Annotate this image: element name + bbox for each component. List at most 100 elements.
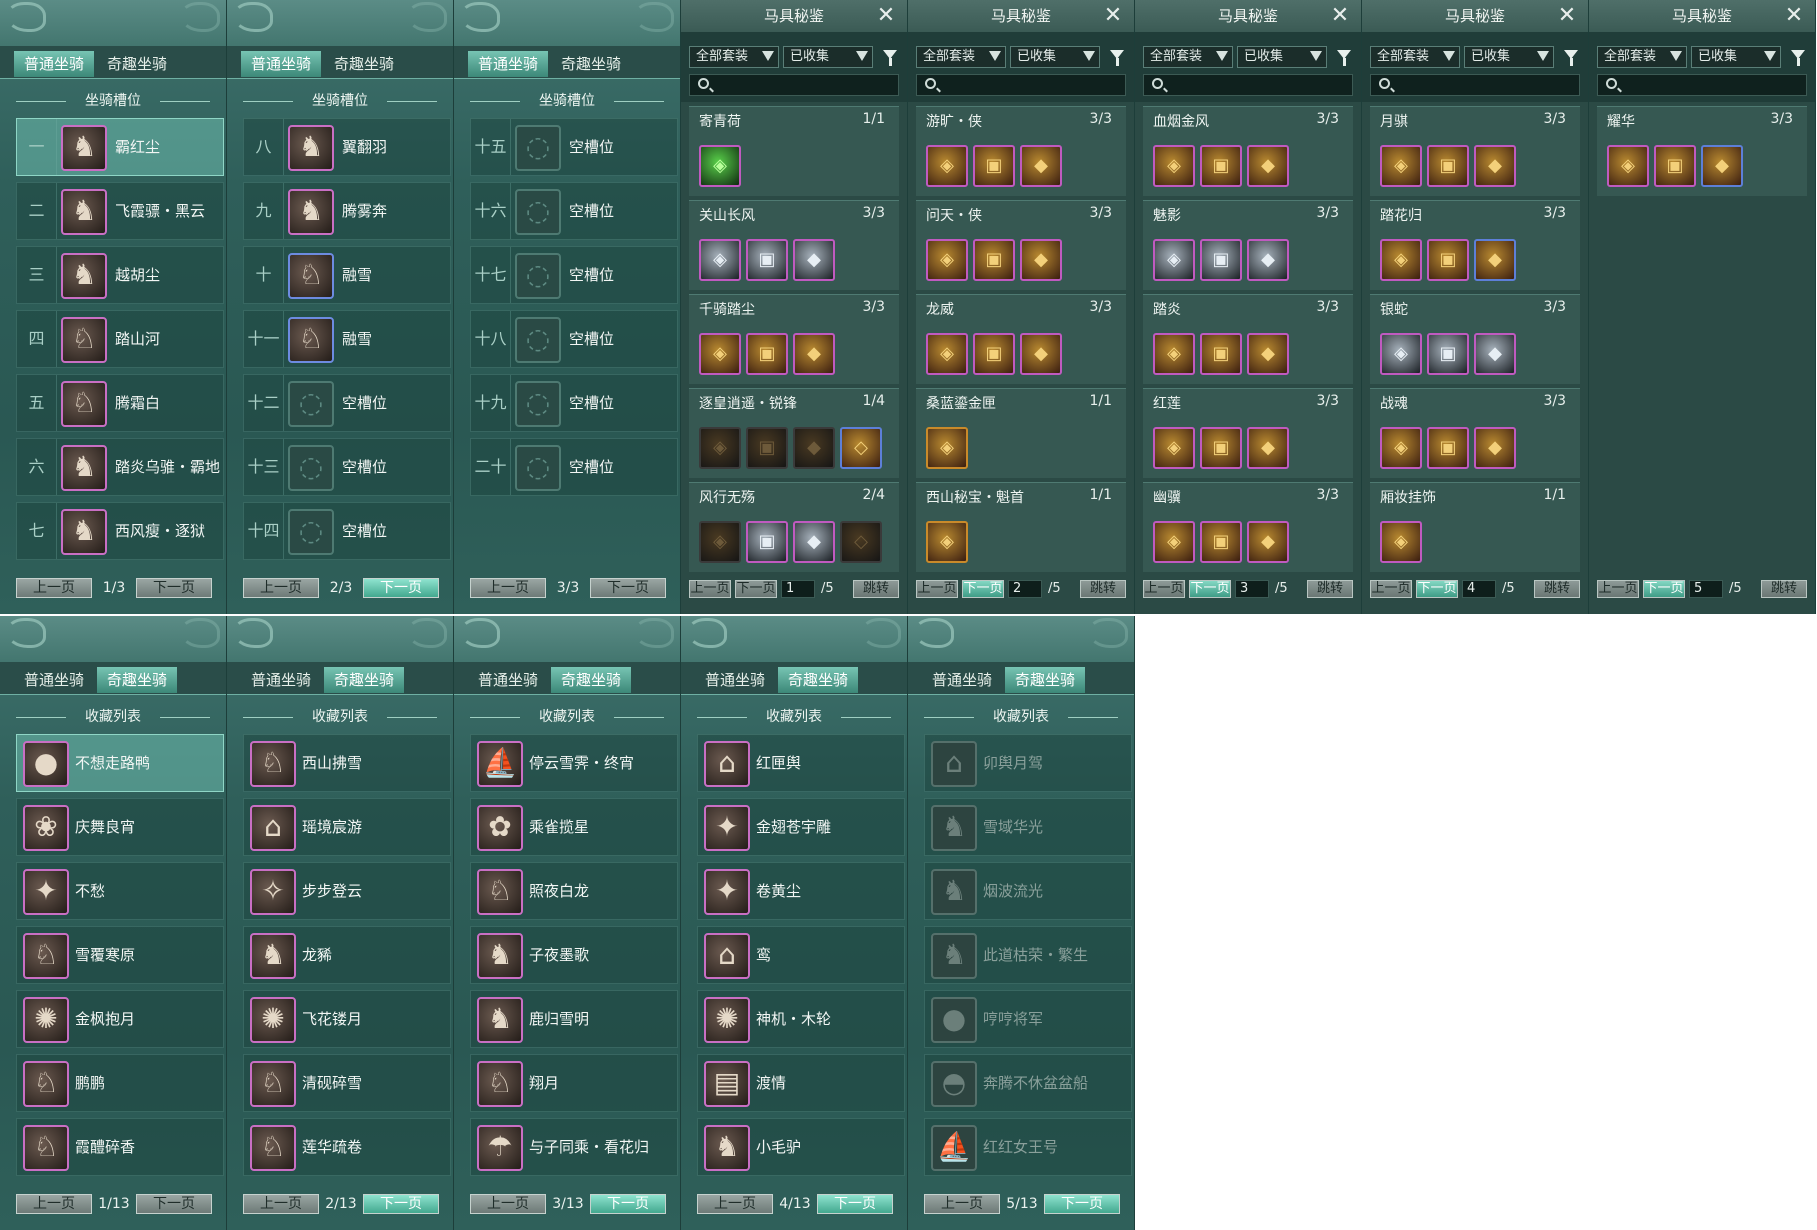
collection-row[interactable]: ♞ 子夜墨歌: [470, 926, 678, 984]
saddle-piece-icon[interactable]: ◆: [1020, 333, 1062, 375]
collection-row[interactable]: ❀ 庆舞良宵: [16, 798, 224, 856]
next-page-button[interactable]: 下一页: [1416, 580, 1458, 598]
collection-row[interactable]: ✺ 神机・木轮: [697, 990, 905, 1048]
filter-icon[interactable]: [1334, 46, 1354, 68]
collection-row[interactable]: ✦ 不愁: [16, 862, 224, 920]
mount-slot-row[interactable]: 十八 ◌ 空槽位: [470, 310, 678, 368]
next-page-button[interactable]: 下一页: [962, 580, 1004, 598]
saddle-piece-icon[interactable]: ◈: [1607, 145, 1649, 187]
next-page-button[interactable]: 下一页: [817, 1194, 893, 1214]
saddle-piece-icon[interactable]: ◆: [1020, 145, 1062, 187]
collected-filter-dropdown[interactable]: 已收集: [1010, 46, 1100, 68]
next-page-button[interactable]: 下一页: [1044, 1194, 1120, 1214]
next-page-button[interactable]: 下一页: [590, 1194, 666, 1214]
mount-slot-row[interactable]: 十九 ◌ 空槽位: [470, 374, 678, 432]
saddle-piece-icon[interactable]: ◈: [926, 333, 968, 375]
collection-row[interactable]: ⌂ 红匣舆: [697, 734, 905, 792]
saddle-piece-icon[interactable]: ▣: [973, 239, 1015, 281]
mount-slot-row[interactable]: 十二 ◌ 空槽位: [243, 374, 451, 432]
saddle-piece-icon[interactable]: ◈: [926, 427, 968, 469]
saddle-piece-icon[interactable]: ▣: [1200, 521, 1242, 563]
collection-row[interactable]: ♘ 莲华疏卷: [243, 1118, 451, 1176]
next-page-button[interactable]: 下一页: [590, 578, 666, 598]
collection-row[interactable]: ♞ 此道枯荣・繁生: [924, 926, 1132, 984]
saddle-piece-icon[interactable]: ◈: [699, 333, 741, 375]
collection-row[interactable]: ♞ 雪域华光: [924, 798, 1132, 856]
saddle-piece-icon[interactable]: ◆: [793, 239, 835, 281]
saddle-piece-icon[interactable]: ◆: [1247, 239, 1289, 281]
filter-icon[interactable]: [1788, 46, 1808, 68]
saddle-piece-icon[interactable]: ▣: [746, 521, 788, 563]
search-input[interactable]: [689, 74, 899, 96]
saddle-piece-icon[interactable]: ◆: [1474, 333, 1516, 375]
close-icon[interactable]: ✕: [875, 5, 897, 27]
collection-row[interactable]: ✺ 金枫抱月: [16, 990, 224, 1048]
tab-fun-mounts[interactable]: 奇趣坐骑: [551, 51, 631, 77]
prev-page-button[interactable]: 上一页: [689, 580, 731, 598]
filter-icon[interactable]: [1107, 46, 1127, 68]
saddle-piece-icon[interactable]: ◈: [926, 521, 968, 563]
tab-fun-mounts[interactable]: 奇趣坐骑: [778, 667, 858, 693]
next-page-button[interactable]: 下一页: [363, 1194, 439, 1214]
collection-row[interactable]: ♘ 西山拂雪: [243, 734, 451, 792]
jump-button[interactable]: 跳转: [1080, 580, 1126, 598]
mount-slot-row[interactable]: 十五 ◌ 空槽位: [470, 118, 678, 176]
saddle-piece-icon[interactable]: ▣: [1200, 333, 1242, 375]
mount-slot-row[interactable]: 六 ♞ 踏炎乌骓・霸地: [16, 438, 224, 496]
saddle-piece-icon[interactable]: ◆: [1701, 145, 1743, 187]
filter-icon[interactable]: [1561, 46, 1581, 68]
collection-row[interactable]: ☂ 与子同乘・看花归: [470, 1118, 678, 1176]
prev-page-button[interactable]: 上一页: [1597, 580, 1639, 598]
prev-page-button[interactable]: 上一页: [243, 1194, 319, 1214]
jump-button[interactable]: 跳转: [1534, 580, 1580, 598]
saddle-piece-icon[interactable]: ◆: [793, 333, 835, 375]
search-input[interactable]: [1597, 74, 1807, 96]
collection-row[interactable]: ♘ 清砚碎雪: [243, 1054, 451, 1112]
mount-slot-row[interactable]: 十三 ◌ 空槽位: [243, 438, 451, 496]
saddle-piece-icon[interactable]: ◆: [1020, 239, 1062, 281]
saddle-piece-icon[interactable]: ▣: [1427, 145, 1469, 187]
tab-normal-mounts[interactable]: 普通坐骑: [241, 51, 321, 77]
collected-filter-dropdown[interactable]: 已收集: [783, 46, 873, 68]
tab-fun-mounts[interactable]: 奇趣坐骑: [551, 667, 631, 693]
collection-row[interactable]: ⛵ 停云雪霁・终宵: [470, 734, 678, 792]
saddle-piece-icon[interactable]: ▣: [1200, 239, 1242, 281]
saddle-piece-icon[interactable]: ◆: [793, 427, 835, 469]
tab-normal-mounts[interactable]: 普通坐骑: [14, 667, 94, 693]
page-number-input[interactable]: 3: [1235, 580, 1269, 598]
collection-row[interactable]: ♘ 鹏鹏: [16, 1054, 224, 1112]
collection-row[interactable]: ▤ 渡情: [697, 1054, 905, 1112]
jump-button[interactable]: 跳转: [853, 580, 899, 598]
mount-slot-row[interactable]: 九 ♞ 腾雾奔: [243, 182, 451, 240]
tab-fun-mounts[interactable]: 奇趣坐骑: [97, 51, 177, 77]
saddle-piece-icon[interactable]: ▣: [1654, 145, 1696, 187]
saddle-piece-icon[interactable]: ◈: [1380, 239, 1422, 281]
collection-row[interactable]: ✧ 步步登云: [243, 862, 451, 920]
saddle-piece-icon[interactable]: ◈: [1380, 521, 1422, 563]
saddle-piece-icon[interactable]: ▣: [1427, 427, 1469, 469]
saddle-piece-icon[interactable]: ▣: [1427, 333, 1469, 375]
saddle-piece-icon[interactable]: ◈: [699, 521, 741, 563]
close-icon[interactable]: ✕: [1102, 5, 1124, 27]
tab-normal-mounts[interactable]: 普通坐骑: [14, 51, 94, 77]
saddle-piece-icon[interactable]: ◈: [1380, 427, 1422, 469]
jump-button[interactable]: 跳转: [1307, 580, 1353, 598]
collection-row[interactable]: ♞ 龙豨: [243, 926, 451, 984]
prev-page-button[interactable]: 上一页: [916, 580, 958, 598]
saddle-piece-icon[interactable]: ◆: [1247, 427, 1289, 469]
tab-fun-mounts[interactable]: 奇趣坐骑: [97, 667, 177, 693]
prev-page-button[interactable]: 上一页: [16, 578, 92, 598]
mount-slot-row[interactable]: 二 ♞ 飞霞骠・黑云: [16, 182, 224, 240]
saddle-piece-icon[interactable]: ◈: [926, 145, 968, 187]
collection-row[interactable]: ● 不想走路鸭: [16, 734, 224, 792]
mount-slot-row[interactable]: 四 ♘ 踏山河: [16, 310, 224, 368]
saddle-piece-icon[interactable]: ◆: [1247, 521, 1289, 563]
saddle-piece-icon[interactable]: ◇: [840, 427, 882, 469]
collection-row[interactable]: ♞ 小毛驴: [697, 1118, 905, 1176]
saddle-piece-icon[interactable]: ◈: [699, 239, 741, 281]
next-page-button[interactable]: 下一页: [136, 1194, 212, 1214]
prev-page-button[interactable]: 上一页: [1370, 580, 1412, 598]
saddle-piece-icon[interactable]: ◆: [1247, 333, 1289, 375]
saddle-piece-icon[interactable]: ◈: [926, 239, 968, 281]
collection-row[interactable]: ⌂ 卯舆月驾: [924, 734, 1132, 792]
